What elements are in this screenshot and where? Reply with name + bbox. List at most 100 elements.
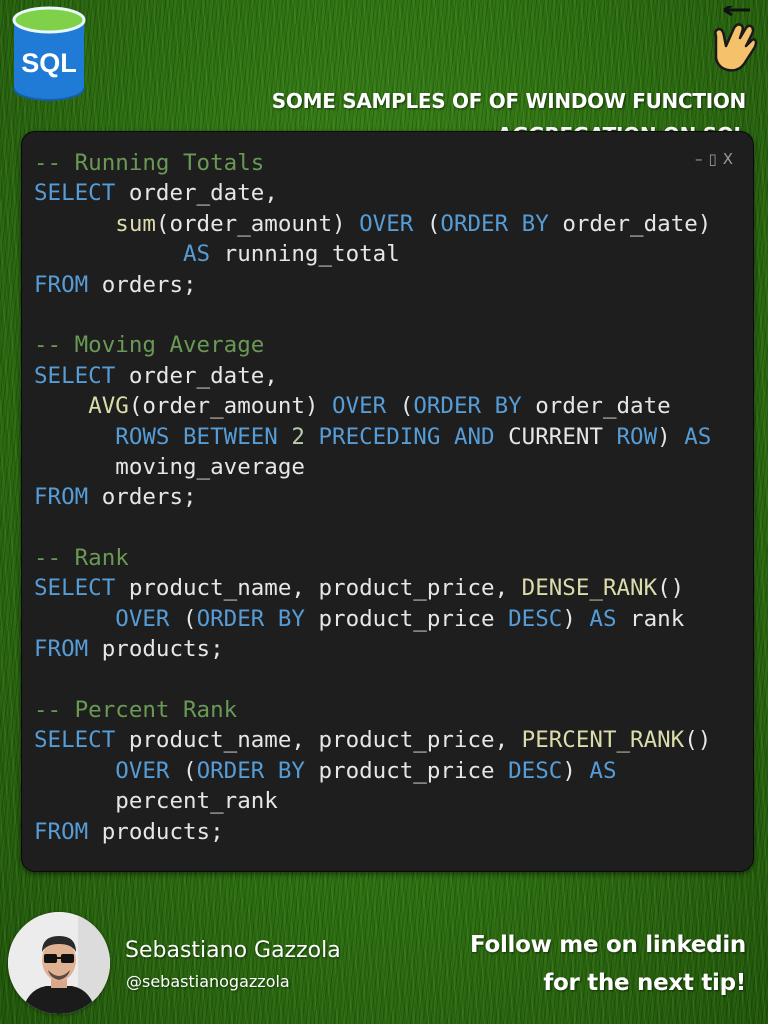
code-text: orders; [88, 484, 197, 511]
code-keyword: FROM [34, 636, 89, 663]
close-icon[interactable]: X [723, 150, 739, 168]
code-comment: -- Rank [34, 545, 129, 572]
code-text: order_date, [115, 362, 278, 389]
code-line: -- Percent Rank [34, 695, 711, 725]
code-keyword: AS [183, 241, 211, 268]
code-keyword: SELECT [34, 575, 116, 602]
code-keyword: DESC [508, 605, 563, 632]
sql-database-icon: SQL [12, 6, 86, 102]
code-comment: -- Moving Average [34, 332, 265, 359]
code-line: sum(order_amount) OVER (ORDER BY order_d… [34, 209, 711, 239]
code-line: OVER (ORDER BY product_price DESC) AS [34, 756, 711, 786]
code-comment: -- Percent Rank [34, 697, 238, 724]
code-keyword: AS [589, 605, 617, 632]
code-text: ( [169, 605, 197, 632]
code-keyword: ORDER BY [413, 393, 522, 420]
code-text: ) [657, 423, 685, 450]
code-text: running_total [210, 241, 400, 268]
code-function: AVG [88, 393, 129, 420]
code-keyword: ROWS BETWEEN [115, 423, 278, 450]
code-text: (order_amount) [155, 210, 360, 237]
code-line: FROM orders; [34, 270, 711, 300]
code-comment: -- Running Totals [34, 150, 265, 176]
code-text: ) [562, 605, 590, 632]
code-keyword: OVER [115, 757, 170, 784]
code-line: -- Running Totals [34, 148, 711, 178]
code-text: percent_rank [34, 788, 278, 815]
code-keyword: SELECT [34, 727, 116, 754]
cta-line-1: Follow me on linkedin [469, 932, 746, 958]
code-text: product_name, product_price, [115, 727, 522, 754]
code-text: product_price [304, 605, 509, 632]
code-keyword: ORDER BY [196, 605, 305, 632]
pointing-hand-swipe-icon [706, 3, 758, 74]
code-line: -- Moving Average [34, 330, 711, 360]
code-keyword: OVER [359, 210, 414, 237]
code-line: FROM products; [34, 817, 711, 847]
code-line: AVG(order_amount) OVER (ORDER BY order_d… [34, 391, 711, 421]
code-keyword: FROM [34, 484, 89, 511]
code-text: orders; [88, 271, 197, 298]
code-number: 2 [291, 423, 305, 450]
author-handle[interactable]: @sebastianogazzola [126, 972, 290, 991]
author-name: Sebastiano Gazzola [125, 938, 341, 963]
follow-cta: Follow me on linkedin for the next tip! [386, 926, 746, 1002]
code-text: () [657, 575, 685, 602]
cta-line-2: for the next tip! [543, 970, 746, 996]
heading-line-1: SOME SAMPLES OF OF WINDOW FUNCTION [271, 89, 747, 113]
sql-logo-text: SQL [21, 48, 77, 78]
code-keyword: DESC [508, 757, 563, 784]
code-line: FROM orders; [34, 482, 711, 512]
code-line: -- Rank [34, 543, 711, 573]
avatar [8, 912, 110, 1014]
code-keyword: OVER [332, 393, 387, 420]
code-text: ( [169, 757, 197, 784]
code-keyword: ORDER BY [440, 210, 549, 237]
code-keyword: SELECT [34, 362, 116, 389]
code-line: SELECT order_date, [34, 361, 711, 391]
code-line: SELECT order_date, [34, 178, 711, 208]
code-text: order_date) [548, 210, 712, 237]
code-line: SELECT product_name, product_price, PERC… [34, 725, 711, 755]
code-keyword: OVER [115, 605, 170, 632]
code-text: moving_average [34, 453, 305, 480]
code-line: AS running_total [34, 239, 711, 269]
code-text: ( [386, 393, 414, 420]
sql-code-block: -- Running Totals SELECT order_date, sum(… [34, 148, 711, 847]
code-function: DENSE_RANK [521, 575, 658, 602]
code-text: products; [88, 818, 224, 845]
code-keyword: PRECEDING AND [318, 423, 495, 450]
code-line: OVER (ORDER BY product_price DESC) AS ra… [34, 604, 711, 634]
code-keyword: FROM [34, 271, 89, 298]
code-text: order_date [521, 393, 671, 420]
code-text: product_name, product_price, [115, 575, 522, 602]
code-function: sum [115, 210, 156, 237]
code-line: moving_average [34, 452, 711, 482]
code-text: (order_amount) [128, 393, 333, 420]
code-line: percent_rank [34, 786, 711, 816]
code-text: rank [616, 605, 685, 632]
code-text: () [684, 727, 712, 754]
code-text: order_date, [115, 180, 278, 207]
code-text: ) [562, 757, 590, 784]
code-keyword: ROW [616, 423, 658, 450]
code-text: ( [413, 210, 441, 237]
code-text: CURRENT [494, 423, 617, 450]
code-keyword: FROM [34, 818, 89, 845]
code-line: FROM products; [34, 634, 711, 664]
code-text: product_price [304, 757, 509, 784]
code-keyword: SELECT [34, 180, 116, 207]
code-keyword: AS [589, 757, 617, 784]
code-text: products; [88, 636, 224, 663]
